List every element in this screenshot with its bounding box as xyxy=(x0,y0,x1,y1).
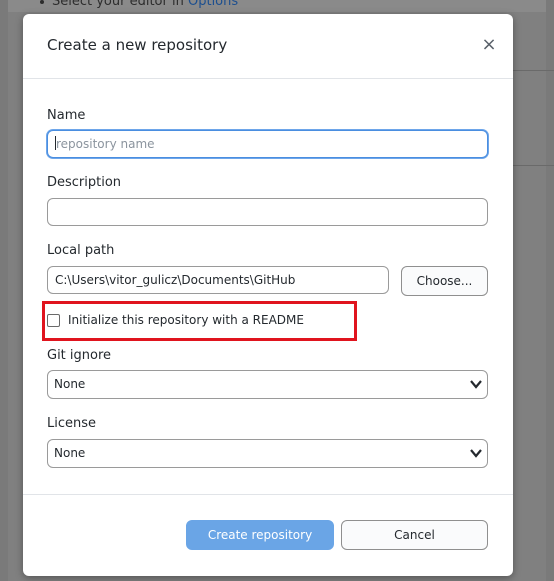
background-left-edge xyxy=(0,0,8,581)
local-path-input[interactable]: C:\Users\vitor_gulicz\Documents\GitHub xyxy=(47,266,389,294)
repository-name-placeholder: repository name xyxy=(56,137,155,151)
options-link[interactable]: Options xyxy=(188,0,238,9)
background-divider xyxy=(512,165,554,166)
create-repository-dialog: Create a new repository × Name repositor… xyxy=(23,14,513,576)
license-select[interactable]: None xyxy=(47,439,488,468)
chevron-down-icon xyxy=(470,449,482,458)
close-icon[interactable]: × xyxy=(479,34,499,56)
repository-name-input[interactable]: repository name xyxy=(47,130,488,158)
background-right-edge xyxy=(546,0,554,581)
gitignore-select[interactable]: None xyxy=(47,370,488,399)
highlight-annotation-box xyxy=(42,301,357,341)
license-label: License xyxy=(47,416,97,431)
description-label: Description xyxy=(47,175,122,190)
chevron-down-icon xyxy=(470,380,482,389)
gitignore-label: Git ignore xyxy=(47,348,112,363)
local-path-label: Local path xyxy=(47,243,115,258)
background-top-strip: Select your editor in Options xyxy=(0,0,554,12)
gitignore-selected-value: None xyxy=(54,377,86,391)
name-label: Name xyxy=(47,108,86,123)
choose-button[interactable]: Choose... xyxy=(401,266,488,296)
description-input[interactable] xyxy=(47,198,488,226)
license-selected-value: None xyxy=(54,446,86,460)
create-repository-button[interactable]: Create repository xyxy=(186,520,334,550)
dialog-title: Create a new repository xyxy=(47,36,228,54)
dialog-header: Create a new repository × xyxy=(23,14,513,79)
bullet-icon xyxy=(40,0,44,4)
background-divider xyxy=(512,70,554,71)
background-hint-text: Select your editor in Options xyxy=(52,0,238,9)
cancel-button[interactable]: Cancel xyxy=(341,520,488,550)
footer-divider xyxy=(23,494,513,495)
